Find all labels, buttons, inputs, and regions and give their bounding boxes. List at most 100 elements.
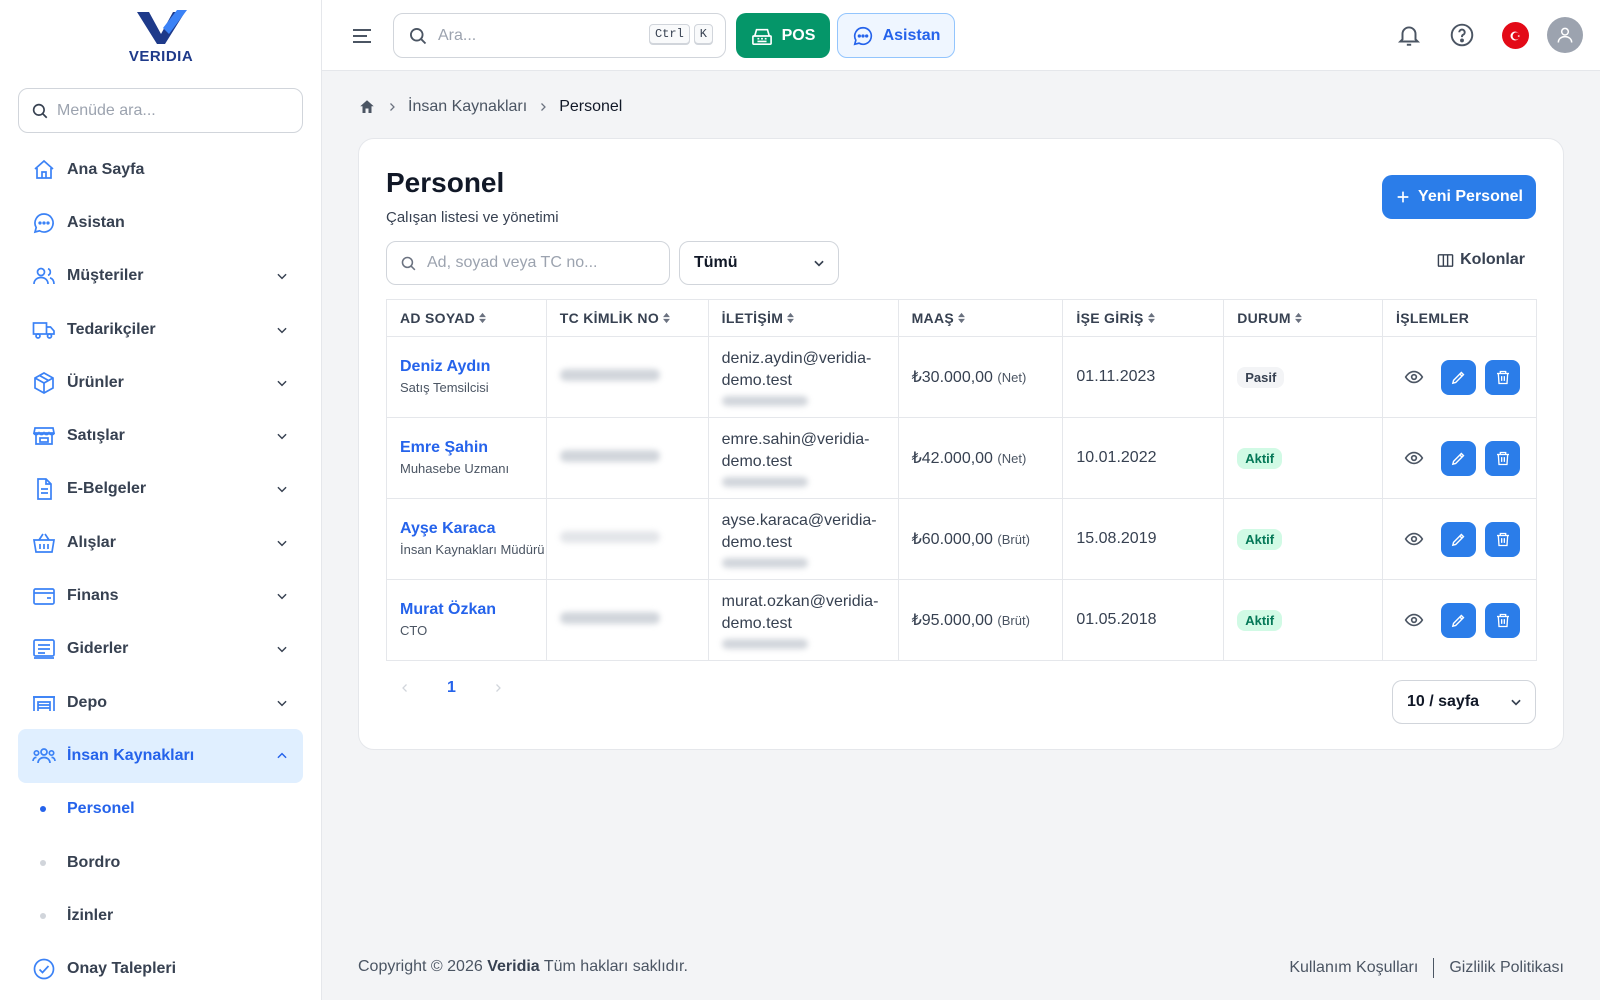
delete-button[interactable] <box>1485 440 1520 476</box>
sidebar-item-alislar[interactable]: Alışlar <box>18 516 303 569</box>
employee-role: Muhasebe Uzmanı <box>400 461 510 476</box>
employee-email-line1: murat.ozkan@veridia- <box>721 593 879 610</box>
delete-button[interactable] <box>1485 521 1520 557</box>
page-size-select[interactable]: 10 / sayfa <box>1392 680 1536 724</box>
table-header-row: AD SOYAD TC KİMLİK NO İLETİŞİM MAAŞ İŞE … <box>386 299 1537 337</box>
brand-logo-text: VERIDIA <box>128 48 194 65</box>
sidebar-item-urunler[interactable]: Ürünler <box>18 356 303 409</box>
wallet-icon <box>31 583 57 609</box>
sidebar-item-giderler[interactable]: Giderler <box>18 623 303 676</box>
view-eye-icon[interactable] <box>1404 367 1424 387</box>
column-header-salary[interactable]: MAAŞ <box>897 299 1064 337</box>
users-icon <box>31 263 57 289</box>
edit-button[interactable] <box>1441 440 1476 476</box>
receipt-icon <box>31 636 57 662</box>
delete-button[interactable] <box>1485 602 1520 638</box>
sidebar-item-tedarikciler[interactable]: Tedarikçiler <box>18 303 303 356</box>
employee-name-link[interactable]: Emre Şahin <box>400 439 546 457</box>
sidebar-subitem-personel[interactable]: Personel <box>18 783 303 836</box>
sidebar-item-satislar[interactable]: Satışlar <box>18 409 303 462</box>
chevron-right-icon[interactable] <box>492 682 504 694</box>
trash-icon <box>1496 532 1509 546</box>
employee-email-line2: demo.test <box>721 453 792 470</box>
sidebar-item-label: Tedarikçiler <box>67 320 156 338</box>
sidebar-item-musteriler[interactable]: Müşteriler <box>18 250 303 303</box>
sidebar-subitem-bordro[interactable]: Bordro <box>18 836 303 889</box>
page-number-current[interactable]: 1 <box>447 679 456 697</box>
cell-status: Aktif <box>1223 498 1383 580</box>
brand-logo[interactable]: VERIDIA <box>0 8 322 68</box>
sort-icon <box>1294 312 1302 324</box>
column-header-tc[interactable]: TC KİMLİK NO <box>545 299 709 337</box>
breadcrumb-parent[interactable]: İnsan Kaynakları <box>408 98 527 116</box>
view-eye-icon[interactable] <box>1404 610 1424 630</box>
salary-amount: ₺30.000,00 <box>911 369 993 386</box>
sidebar-item-insan-kaynaklari[interactable]: İnsan Kaynakları <box>18 729 303 783</box>
columns-button[interactable]: Kolonlar <box>1437 251 1525 269</box>
sidebar-item-label: Giderler <box>67 640 129 658</box>
sidebar-nav: Ana Sayfa Asistan Müşteriler Tedarikçile… <box>18 143 303 996</box>
chevron-down-icon <box>277 540 287 547</box>
personnel-search-input[interactable] <box>427 254 657 272</box>
bell-icon[interactable] <box>1396 22 1422 48</box>
delete-button[interactable] <box>1485 359 1520 395</box>
cell-status: Aktif <box>1223 417 1383 499</box>
cell-tc <box>545 579 709 661</box>
edit-button[interactable] <box>1441 521 1476 557</box>
employee-name-link[interactable]: Ayşe Karaca <box>400 520 546 538</box>
sidebar-item-ana-sayfa[interactable]: Ana Sayfa <box>18 143 303 196</box>
view-eye-icon[interactable] <box>1404 448 1424 468</box>
sidebar-item-depo[interactable]: Depo <box>18 676 303 729</box>
global-search-field[interactable]: Ctrl K <box>393 13 726 58</box>
cell-name: Ayşe Karaca İnsan Kaynakları Müdürü <box>386 498 547 580</box>
sidebar-item-e-belgeler[interactable]: E-Belgeler <box>18 463 303 516</box>
sidebar-item-label: Ürünler <box>67 373 124 391</box>
column-header-label: İLETİŞİM <box>721 310 784 326</box>
column-header-contact[interactable]: İLETİŞİM <box>707 299 899 337</box>
sidebar-subitem-izinler[interactable]: İzinler <box>18 889 303 942</box>
redacted-phone <box>721 396 808 406</box>
personnel-search-field[interactable] <box>386 241 670 285</box>
menu-search-input[interactable] <box>57 101 277 120</box>
sidebar-item-label: Müşteriler <box>67 267 144 285</box>
status-badge: Pasif <box>1237 366 1285 388</box>
global-search-input[interactable] <box>438 26 628 45</box>
menu-search-field[interactable] <box>18 88 303 133</box>
privacy-link[interactable]: Gizlilik Politikası <box>1449 959 1564 977</box>
user-avatar[interactable] <box>1547 17 1583 53</box>
cash-register-icon <box>751 28 772 45</box>
sort-icon <box>958 312 965 324</box>
sort-icon <box>1147 312 1155 324</box>
cell-contact: deniz.aydin@veridia- demo.test <box>707 336 899 418</box>
bullet-icon <box>40 806 46 813</box>
veridia-logo-icon <box>137 10 187 44</box>
sidebar-item-asistan[interactable]: Asistan <box>18 196 303 249</box>
salary-amount: ₺42.000,00 <box>911 450 993 467</box>
employee-name-link[interactable]: Deniz Aydın <box>400 358 546 376</box>
column-header-label: TC KİMLİK NO <box>559 310 660 326</box>
column-header-start[interactable]: İŞE GİRİŞ <box>1062 299 1225 337</box>
edit-button[interactable] <box>1441 602 1476 638</box>
assistant-button[interactable]: Asistan <box>837 13 955 58</box>
column-header-name[interactable]: AD SOYAD <box>386 299 547 337</box>
pos-button[interactable]: POS <box>736 13 830 58</box>
redacted-phone <box>721 477 808 487</box>
new-personnel-button[interactable]: Yeni Personel <box>1382 175 1536 219</box>
pencil-icon <box>1451 371 1465 384</box>
help-icon[interactable] <box>1449 22 1475 48</box>
sidebar-item-finans[interactable]: Finans <box>18 569 303 622</box>
view-eye-icon[interactable] <box>1404 529 1424 549</box>
edit-button[interactable] <box>1441 359 1476 395</box>
menu-toggle-icon[interactable] <box>350 24 374 48</box>
home-icon[interactable] <box>358 98 376 116</box>
terms-link[interactable]: Kullanım Koşulları <box>1289 959 1418 977</box>
column-header-label: MAAŞ <box>911 310 955 326</box>
employee-name-link[interactable]: Murat Özkan <box>400 601 546 619</box>
personnel-card: Personel Çalışan listesi ve yönetimi Yen… <box>358 138 1564 750</box>
status-filter-select[interactable]: Tümü <box>679 241 839 285</box>
sidebar-subitem-label: İzinler <box>67 906 114 924</box>
sidebar-item-onay-talepleri[interactable]: Onay Talepleri <box>18 942 303 995</box>
language-flag-icon[interactable] <box>1502 22 1529 49</box>
column-header-status[interactable]: DURUM <box>1223 299 1383 337</box>
chevron-left-icon[interactable] <box>399 682 411 694</box>
